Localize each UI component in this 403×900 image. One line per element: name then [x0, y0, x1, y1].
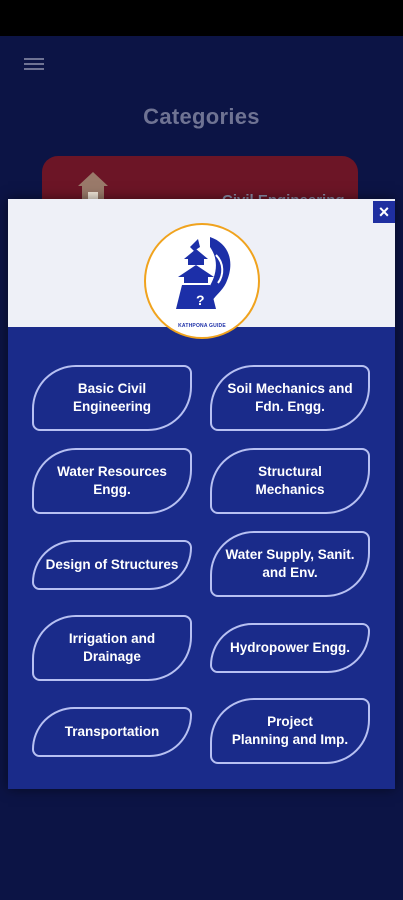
pagoda-logo-icon: ?: [176, 237, 231, 309]
category-soil-mechanics[interactable]: Soil Mechanics and Fdn. Engg.: [210, 365, 370, 431]
category-transportation[interactable]: Transportation: [32, 707, 192, 757]
hamburger-menu-icon[interactable]: [20, 54, 50, 76]
category-structural-mechanics[interactable]: Structural Mechanics: [210, 448, 370, 514]
category-hydropower[interactable]: Hydropower Engg.: [210, 623, 370, 673]
category-design-of-structures[interactable]: Design of Structures: [32, 540, 192, 590]
category-modal: × ? KATHPONA GUIDE Basic Civil Engineeri…: [8, 199, 395, 789]
category-water-supply[interactable]: Water Supply, Sanit. and Env.: [210, 531, 370, 597]
svg-text:?: ?: [196, 292, 205, 308]
category-basic-civil-engineering[interactable]: Basic Civil Engineering: [32, 365, 192, 431]
close-button[interactable]: ×: [373, 201, 395, 223]
app-logo: ? KATHPONA GUIDE: [144, 223, 260, 339]
category-project-planning[interactable]: Project Planning and Imp.: [210, 698, 370, 764]
category-irrigation-drainage[interactable]: Irrigation and Drainage: [32, 615, 192, 681]
category-water-resources[interactable]: Water Resources Engg.: [32, 448, 192, 514]
category-grid: Basic Civil Engineering Soil Mechanics a…: [8, 327, 395, 789]
page-title: Categories: [143, 104, 260, 129]
status-bar: [0, 0, 403, 36]
